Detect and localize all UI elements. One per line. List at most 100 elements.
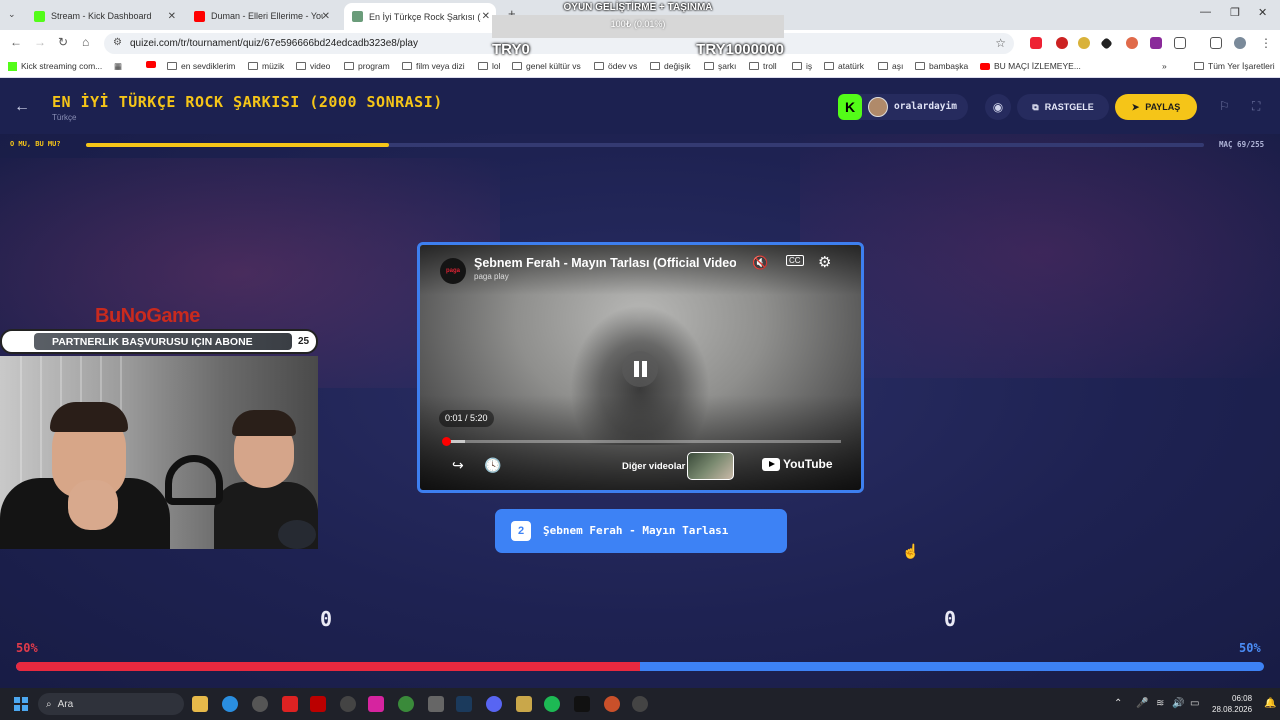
brand-logo: BuNoGame — [95, 305, 200, 328]
extension-icon[interactable] — [1056, 37, 1068, 49]
home-icon[interactable]: ⌂ — [82, 35, 89, 49]
instagram-icon[interactable] — [368, 696, 384, 712]
close-icon[interactable]: ✕ — [322, 11, 330, 22]
restore-icon[interactable]: ❐ — [1230, 6, 1240, 19]
share-icon[interactable]: ↪ — [452, 457, 464, 474]
folder-icon — [650, 62, 660, 70]
windows-start-icon[interactable] — [14, 697, 28, 711]
youtube-logo[interactable]: YouTube — [762, 457, 833, 471]
bookmark-folder[interactable]: ödev vs — [594, 61, 637, 71]
channel-logo[interactable]: paga — [440, 258, 466, 284]
flag-icon[interactable]: ⚐ — [1219, 99, 1230, 113]
video-title[interactable]: Şebnem Ferah - Mayın Tarlası (Official V… — [474, 256, 736, 270]
close-icon[interactable]: ✕ — [482, 11, 490, 22]
bookmark-folder[interactable]: atatürk — [824, 61, 864, 71]
extension-icon[interactable] — [1078, 37, 1090, 49]
reading-list-icon[interactable] — [1210, 37, 1222, 49]
app-icon[interactable] — [632, 696, 648, 712]
spotify-icon[interactable] — [544, 696, 560, 712]
bookmark-folder[interactable]: video — [296, 61, 330, 71]
menu-dots-icon[interactable]: ⋮ — [1260, 36, 1272, 50]
all-bookmarks[interactable]: Tüm Yer İşaretleri — [1194, 61, 1275, 71]
taskbar-search[interactable]: ⌕ Ara — [38, 693, 184, 715]
site-info-icon[interactable]: ⚙ — [113, 37, 122, 48]
bookmark-youtube-link[interactable]: BU MAÇI İZLEMEYE... — [980, 61, 1081, 71]
speedometer-icon[interactable] — [252, 696, 268, 712]
profile-avatar[interactable] — [1234, 37, 1246, 49]
discord-icon[interactable] — [486, 696, 502, 712]
app-icon[interactable] — [428, 696, 444, 712]
share-button[interactable]: ➤ PAYLAŞ — [1115, 94, 1197, 120]
bookmark-star-icon[interactable]: ☆ — [995, 36, 1006, 50]
tab-kick-dashboard[interactable]: Stream - Kick Dashboard ✕ — [26, 4, 182, 28]
score-left: 0 — [320, 607, 333, 631]
extension-icon[interactable] — [1030, 37, 1042, 49]
tab-list-icon[interactable]: ⌄ — [8, 9, 16, 20]
fullscreen-icon[interactable]: ⛶ — [1252, 99, 1260, 114]
netflix-icon[interactable] — [310, 696, 326, 712]
bookmark-label: aşı — [892, 61, 904, 71]
more-bookmarks-icon[interactable]: » — [1162, 61, 1167, 71]
extension-icon[interactable] — [1150, 37, 1162, 49]
reload-icon[interactable]: ↻ — [58, 35, 68, 49]
seek-bar[interactable] — [442, 437, 841, 446]
battery-icon[interactable]: ▭ — [1190, 698, 1199, 709]
bookmark-folder[interactable]: iş — [792, 61, 812, 71]
file-explorer-icon[interactable] — [192, 696, 208, 712]
bookmark-folder[interactable]: bambaşka — [915, 61, 968, 71]
volume-icon[interactable]: 🔊 — [1172, 698, 1184, 709]
chrome-icon[interactable] — [398, 696, 414, 712]
app-icon[interactable] — [516, 696, 532, 712]
x-icon[interactable] — [574, 696, 590, 712]
bookmark-youtube[interactable] — [146, 61, 156, 68]
clock[interactable]: 06:08 28.08.2026 — [1212, 693, 1252, 715]
bookmark-folder[interactable]: film veya dizi — [402, 61, 465, 71]
wifi-icon[interactable]: ≋ — [1156, 698, 1164, 709]
bookmark-label: lol — [492, 61, 501, 71]
gear-icon[interactable]: ⚙ — [818, 253, 831, 271]
youtube-embed[interactable]: paga Şebnem Ferah - Mayın Tarlası (Offic… — [417, 242, 864, 493]
bookmark-folder[interactable]: şarkı — [704, 61, 736, 71]
minimize-icon[interactable]: — — [1200, 6, 1211, 18]
tray-chevron-icon[interactable]: ⌃ — [1114, 698, 1122, 709]
extension-icon[interactable] — [1126, 37, 1138, 49]
more-videos-thumbnail[interactable] — [687, 452, 734, 480]
bookmark-kick[interactable]: Kick streaming com... — [8, 61, 102, 71]
chatgpt-icon[interactable] — [340, 696, 356, 712]
choice-button[interactable]: 2 Şebnem Ferah - Mayın Tarlası — [495, 509, 787, 553]
bookmark-folder[interactable]: aşı — [878, 61, 903, 71]
bookmark-folder[interactable]: müzik — [248, 61, 284, 71]
microphone-tray-icon[interactable]: 🎤 — [1136, 698, 1148, 709]
bookmark-folder[interactable]: en sevdiklerim — [167, 61, 235, 71]
extensions-puzzle-icon[interactable] — [1174, 37, 1186, 49]
edge-icon[interactable] — [222, 696, 238, 712]
forward-icon[interactable]: → — [34, 35, 46, 49]
bookmark-folder[interactable]: değişik — [650, 61, 690, 71]
eye-icon[interactable]: ◉ — [985, 94, 1011, 120]
bookmark-folder[interactable]: lol — [478, 61, 501, 71]
extension-icon[interactable] — [1100, 37, 1113, 50]
tab-quizei[interactable]: En İyi Türkçe Rock Şarkısı (2000 S ✕ — [344, 3, 496, 30]
bookmark-folder[interactable]: program — [344, 61, 390, 71]
score-right: 0 — [944, 607, 957, 631]
back-arrow-icon[interactable]: ← — [14, 98, 30, 116]
watch-later-icon[interactable]: 🕓 — [484, 457, 501, 474]
bookmark-folder[interactable]: genel kültür vs — [512, 61, 581, 71]
random-button[interactable]: ⧉ RASTGELE — [1017, 94, 1109, 120]
back-icon[interactable]: ← — [10, 35, 22, 49]
app-icon[interactable] — [282, 696, 298, 712]
brand-text: BuNoGame — [95, 305, 200, 327]
close-window-icon[interactable]: ✕ — [1258, 6, 1267, 19]
apps-grid-icon[interactable]: ▦ — [114, 61, 122, 72]
pause-button[interactable] — [622, 351, 658, 387]
notification-bell-icon[interactable]: 🔔 — [1264, 698, 1276, 709]
tab-youtube[interactable]: Duman - Elleri Ellerime - YouTube ✕ — [186, 4, 336, 28]
app-icon[interactable] — [604, 696, 620, 712]
captions-icon[interactable]: CC — [786, 255, 804, 266]
bookmark-label: atatürk — [838, 61, 864, 71]
steam-icon[interactable] — [456, 696, 472, 712]
bookmark-folder[interactable]: troll — [749, 61, 777, 71]
mute-icon[interactable]: 🔇 — [752, 255, 768, 271]
close-icon[interactable]: ✕ — [168, 11, 176, 22]
more-videos-label[interactable]: Diğer videolar — [622, 461, 685, 472]
